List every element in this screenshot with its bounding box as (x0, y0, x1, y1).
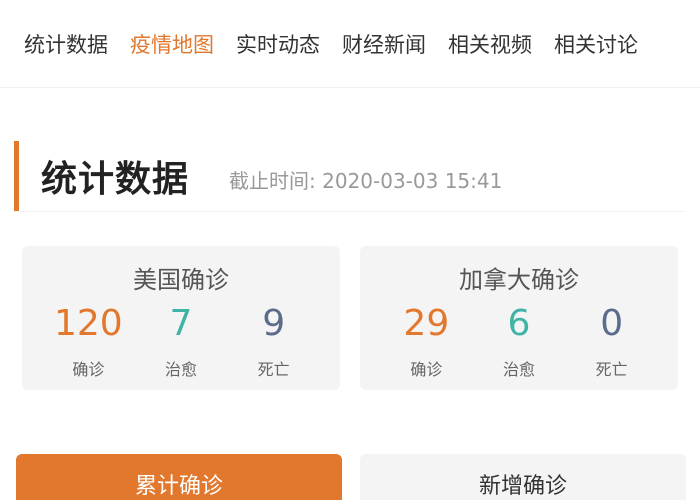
us-confirmed-stat: 120 确诊 (53, 302, 123, 380)
us-confirmed-card: 美国确诊 120 确诊 7 治愈 9 死亡 (22, 246, 340, 390)
tab-statistics[interactable]: 统计数据 (24, 29, 108, 59)
ca-dead-count: 0 (600, 303, 624, 344)
us-cured-stat: 7 治愈 (146, 302, 216, 380)
ca-confirmed-stat: 29 确诊 (391, 302, 461, 380)
tab-related-videos[interactable]: 相关视频 (448, 29, 532, 59)
us-stats: 120 确诊 7 治愈 9 死亡 (22, 302, 340, 380)
tab-finance-news[interactable]: 财经新闻 (342, 29, 426, 59)
us-dead-count: 9 (262, 303, 286, 344)
us-confirmed-count: 120 (53, 303, 123, 344)
tab-live-updates[interactable]: 实时动态 (236, 29, 320, 59)
new-confirmed-button[interactable]: 新增确诊 (360, 454, 686, 500)
ca-stats: 29 确诊 6 治愈 0 死亡 (360, 302, 678, 380)
section-accent-bar (14, 140, 19, 211)
ca-confirmed-count: 29 (403, 303, 450, 344)
ca-cured-label: 治愈 (502, 360, 535, 379)
tab-related-discussions[interactable]: 相关讨论 (554, 29, 638, 59)
ca-dead-label: 死亡 (595, 360, 628, 379)
ca-confirmed-label: 确诊 (410, 360, 443, 379)
us-card-title: 美国确诊 (133, 266, 229, 294)
top-tab-bar: 统计数据 疫情地图 实时动态 财经新闻 相关视频 相关讨论 (0, 0, 700, 88)
us-cured-count: 7 (169, 303, 193, 344)
canada-confirmed-card: 加拿大确诊 29 确诊 6 治愈 0 死亡 (360, 246, 678, 390)
us-dead-stat: 9 死亡 (239, 302, 309, 380)
ca-cured-stat: 6 治愈 (484, 302, 554, 380)
cutoff-time: 截止时间: 2020-03-03 15:41 (229, 169, 503, 193)
us-cured-label: 治愈 (164, 360, 197, 379)
ca-cured-count: 6 (507, 303, 531, 344)
us-dead-label: 死亡 (257, 360, 290, 379)
tab-epidemic-map[interactable]: 疫情地图 (130, 29, 214, 59)
ca-card-title: 加拿大确诊 (459, 266, 579, 294)
ca-dead-stat: 0 死亡 (577, 302, 647, 380)
cumulative-confirmed-button[interactable]: 累计确诊 (16, 454, 342, 500)
section-header: 统计数据 截止时间: 2020-03-03 15:41 (14, 140, 686, 212)
section-title: 统计数据 (41, 158, 190, 200)
us-confirmed-label: 确诊 (72, 360, 105, 379)
